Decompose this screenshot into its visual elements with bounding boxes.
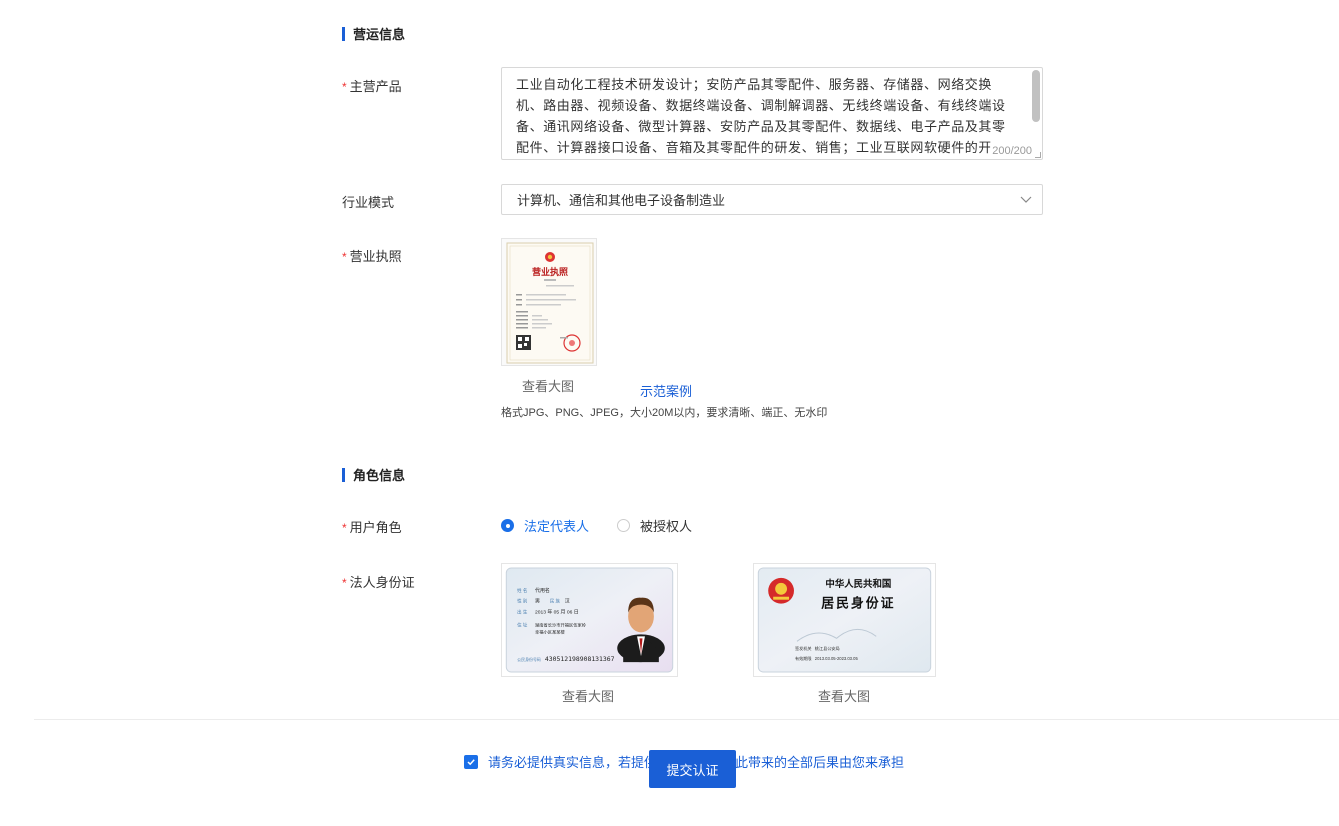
svg-text:出 生: 出 生 <box>517 609 528 616</box>
required-mark: * <box>342 521 347 535</box>
required-mark: * <box>342 576 347 590</box>
user-role-label: * 用户角色 <box>342 517 402 536</box>
business-license-label-text: 营业执照 <box>349 249 402 264</box>
svg-text:代用名: 代用名 <box>535 587 550 594</box>
required-mark: * <box>342 250 347 264</box>
svg-text:2013.03.05-2023.03.05: 2013.03.05-2023.03.05 <box>815 656 859 661</box>
business-license-image[interactable]: 营业执照 <box>501 238 597 366</box>
section-title-operation: 营运信息 <box>342 24 405 43</box>
section-accent-bar <box>342 467 345 482</box>
svg-text:公民身份号码: 公民身份号码 <box>517 657 541 662</box>
id-card-front-icon: 姓 名 代用名 性 别 男 民 族汉 出 生 2013 年 05 月 06 日 住 … <box>505 567 674 673</box>
svg-text:汉: 汉 <box>565 598 570 605</box>
upload-format-hint: 格式JPG、PNG、JPEG，大小20M以内，要求清晰、端正、无水印 <box>501 407 828 419</box>
main-products-label-text: 主营产品 <box>349 79 402 94</box>
required-mark: * <box>342 80 347 94</box>
radio-label: 法定代表人 <box>524 519 590 534</box>
section-accent-bar <box>342 26 345 41</box>
footer-divider <box>34 719 1339 720</box>
radio-authorized-person[interactable]: 被授权人 <box>617 516 692 535</box>
svg-text:2013 年 05 月 06 日: 2013 年 05 月 06 日 <box>535 609 579 616</box>
svg-text:男: 男 <box>535 599 540 605</box>
section-title-text: 营运信息 <box>353 27 406 42</box>
checkbox-checked-icon[interactable] <box>464 754 478 769</box>
id-front-view-big-link[interactable]: 查看大图 <box>562 686 614 705</box>
svg-text:有效期限: 有效期限 <box>795 655 812 661</box>
radio-unchecked-icon <box>617 519 631 532</box>
main-products-textarea[interactable]: 工业自动化工程技术研发设计；安防产品其零配件、服务器、存储器、网络交换机、路由器… <box>501 67 1043 160</box>
svg-text:性 别: 性 别 <box>517 598 528 605</box>
svg-text:民 族: 民 族 <box>550 598 561 605</box>
svg-text:姓 名: 姓 名 <box>517 587 527 594</box>
resize-handle-icon[interactable] <box>1035 152 1041 158</box>
chevron-down-icon <box>1020 196 1032 203</box>
svg-text:湖南省长沙市开福区伍家岭: 湖南省长沙市开福区伍家岭 <box>535 621 587 628</box>
legal-id-label-text: 法人身份证 <box>349 575 415 590</box>
user-role-radio-group: 法定代表人 被授权人 <box>501 516 720 535</box>
radio-legal-representative[interactable]: 法定代表人 <box>501 516 589 535</box>
svg-text:居民身份证: 居民身份证 <box>821 596 895 612</box>
radio-label: 被授权人 <box>640 519 693 534</box>
industry-selected-value: 计算机、通信和其他电子设备制造业 <box>517 193 726 208</box>
id-card-front-image[interactable]: 姓 名 代用名 性 别 男 民 族汉 出 生 2013 年 05 月 06 日 住 … <box>501 563 678 677</box>
id-back-view-big-link[interactable]: 查看大图 <box>818 686 870 705</box>
section-title-text: 角色信息 <box>353 468 406 483</box>
svg-text:住 址: 住 址 <box>517 621 528 627</box>
legal-id-label: * 法人身份证 <box>342 572 415 591</box>
svg-text:营业执照: 营业执照 <box>532 266 568 278</box>
demo-example-link[interactable]: 示范案例 <box>640 381 692 400</box>
char-counter: 200/200 <box>990 145 1034 157</box>
submit-verification-button[interactable]: 提交认证 <box>649 750 736 788</box>
industry-select[interactable]: 计算机、通信和其他电子设备制造业 <box>501 184 1043 215</box>
license-view-big-link[interactable]: 查看大图 <box>522 376 574 395</box>
main-products-text[interactable]: 工业自动化工程技术研发设计；安防产品其零配件、服务器、存储器、网络交换机、路由器… <box>502 68 1042 159</box>
svg-text:中华人民共和国: 中华人民共和国 <box>825 578 891 590</box>
svg-text:幸福小区某某楼: 幸福小区某某楼 <box>535 628 566 635</box>
industry-label-text: 行业模式 <box>342 195 395 210</box>
section-title-role: 角色信息 <box>342 465 405 484</box>
radio-checked-icon <box>501 519 514 532</box>
svg-text:桃江县公安局: 桃江县公安局 <box>815 645 840 651</box>
svg-text:签发机关: 签发机关 <box>795 645 812 651</box>
user-role-label-text: 用户角色 <box>349 520 402 535</box>
main-products-label: * 主营产品 <box>342 76 402 95</box>
industry-label: 行业模式 <box>342 192 394 211</box>
svg-text:430512198908131367: 430512198908131367 <box>545 655 615 663</box>
business-license-label: * 营业执照 <box>342 246 402 265</box>
id-card-back-image[interactable]: 中华人民共和国 居民身份证 签发机关 桃江县公安局 有效期限 2013.03.05-… <box>753 563 936 677</box>
id-card-back-icon: 中华人民共和国 居民身份证 签发机关 桃江县公安局 有效期限 2013.03.05-… <box>757 567 932 673</box>
textarea-scrollbar[interactable] <box>1032 70 1040 122</box>
license-document-icon: 营业执照 <box>506 242 594 364</box>
